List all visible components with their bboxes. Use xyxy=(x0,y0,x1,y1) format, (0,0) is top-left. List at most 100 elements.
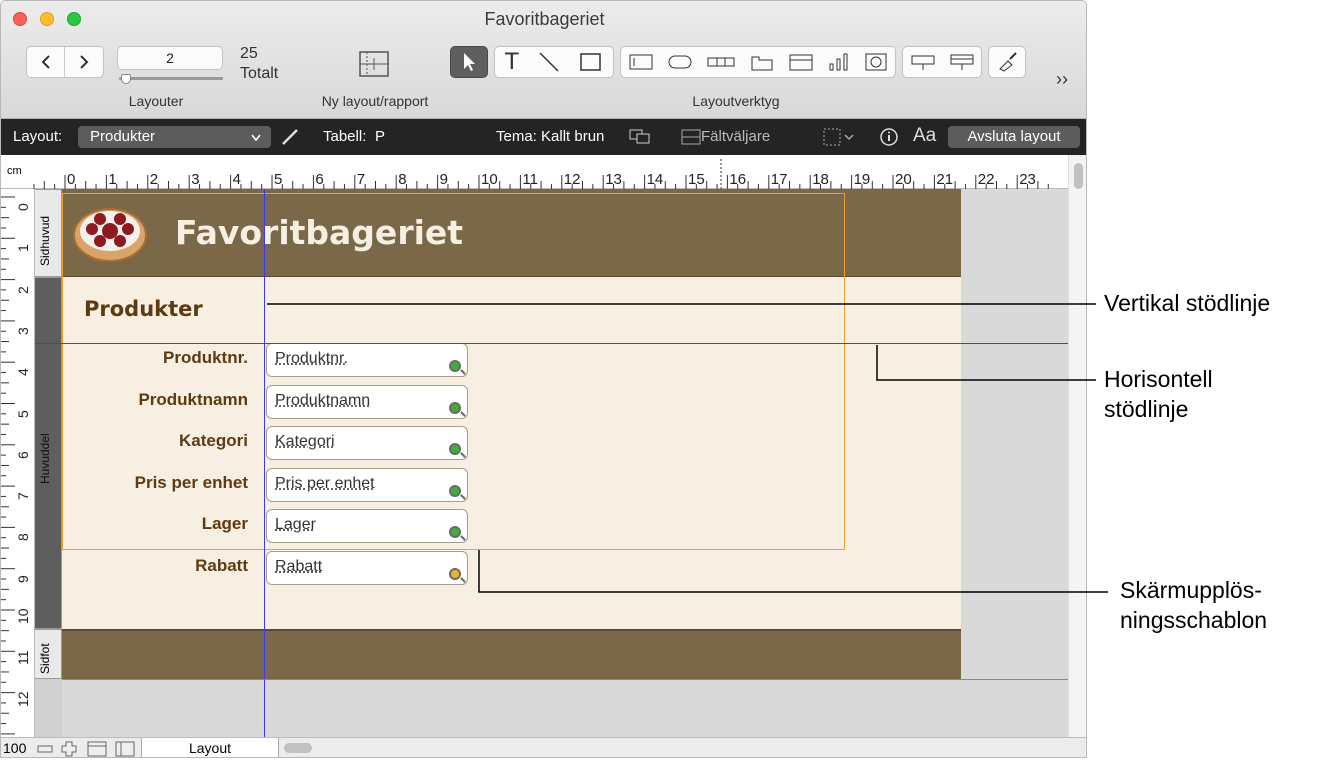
new-layout-button[interactable] xyxy=(358,50,390,78)
button-bar-tool-icon[interactable] xyxy=(706,52,736,72)
layout-label: Layout: xyxy=(13,128,63,145)
part-tab-body[interactable]: Huvuddel xyxy=(35,277,62,629)
ruler-left-number: 6 xyxy=(15,451,31,459)
quick-find-magnifier-icon[interactable] xyxy=(449,567,461,580)
layout-dropdown-value: Produkter xyxy=(90,128,156,145)
more-tools-button[interactable]: ›› xyxy=(1056,69,1068,90)
slider-thumb[interactable] xyxy=(121,74,131,84)
ruler-top-number: 5 xyxy=(274,171,283,188)
window-title: Favoritbageriet xyxy=(484,9,605,29)
total-label: Totalt xyxy=(240,65,279,82)
horizontal-ruler: cm 1012345678910111213141516171819202122… xyxy=(1,155,1086,189)
total-count: 25 xyxy=(240,45,258,62)
part-label-strip: Sidhuvud Huvuddel Sidfot xyxy=(35,189,62,737)
ruler-top-number: 12 xyxy=(563,171,581,188)
ruler-top-number: 21 xyxy=(936,171,954,188)
scrollbar-thumb[interactable] xyxy=(1074,163,1083,189)
popover-tool-icon[interactable] xyxy=(949,52,975,72)
part-label-body: Huvuddel xyxy=(38,433,52,484)
ruler-top-number: 3 xyxy=(191,171,200,188)
ruler-top-number: 2 xyxy=(149,171,159,188)
horizontal-guide-line[interactable] xyxy=(35,343,1068,344)
button-tool-icon[interactable] xyxy=(667,52,693,72)
next-layout-button[interactable] xyxy=(65,47,103,77)
layout-nav-group xyxy=(26,46,104,78)
callout-horizontal-guide-line1: Horisontell xyxy=(1104,366,1213,392)
layout-dropdown[interactable]: Produkter xyxy=(78,126,271,148)
ruler-top-number: 1 xyxy=(108,171,117,188)
ruler-top-number: 22 xyxy=(977,171,995,188)
field-picker-icon[interactable] xyxy=(681,129,701,145)
drawing-tools-group: T xyxy=(494,46,614,78)
chevron-left-icon xyxy=(41,55,50,69)
text-formatting-icon[interactable]: Aa xyxy=(913,125,936,147)
paintbrush-icon xyxy=(999,52,1017,72)
rectangle-tool-icon[interactable] xyxy=(579,51,603,73)
format-painter-button[interactable] xyxy=(988,46,1026,78)
part-tab-footer[interactable]: Sidfot xyxy=(35,629,62,679)
layout-tools-label: Layoutverktyg xyxy=(692,93,780,109)
layout-field[interactable]: Rabatt xyxy=(266,550,468,585)
callout-vertical-guide: Vertikal stödlinje xyxy=(1104,290,1271,316)
canvas-bottom-edge xyxy=(62,679,1068,680)
previous-layout-button[interactable] xyxy=(27,47,66,77)
toggle-toolbar-icon[interactable] xyxy=(87,741,107,757)
tab-control-tool-icon[interactable] xyxy=(749,52,775,72)
ruler-top-number: 20 xyxy=(895,171,912,188)
ruler-left-number: 12 xyxy=(15,691,31,707)
ruler-top-number: 19 xyxy=(853,171,871,188)
part-label-footer: Sidfot xyxy=(38,643,52,674)
text-tool-icon[interactable]: T xyxy=(505,48,520,76)
callout-screen-template-line1: Skärmupplös- xyxy=(1120,577,1262,603)
info-icon[interactable] xyxy=(879,127,899,147)
ruler-top-number: 0 xyxy=(67,171,76,188)
ruler-top-number: 23 xyxy=(1019,171,1036,188)
ruler-left-number: 10 xyxy=(15,608,31,624)
ruler-top-number: 14 xyxy=(646,171,664,188)
ruler-left-number: 11 xyxy=(15,650,31,666)
ruler-top-number: 17 xyxy=(770,171,788,188)
field-picker-label[interactable]: Fältväljare xyxy=(701,128,770,145)
ruler-top-number: 13 xyxy=(605,171,622,188)
new-layout-label: Ny layout/rapport xyxy=(321,93,429,109)
ruler-top-number: 15 xyxy=(688,171,705,188)
part-tab-header[interactable]: Sidhuvud xyxy=(35,189,62,277)
layout-canvas[interactable]: Sidhuvud Huvuddel Sidfot Favoritbageriet… xyxy=(35,189,1068,737)
layout-number-field[interactable]: 2 xyxy=(117,46,223,70)
field-tool-icon[interactable] xyxy=(628,52,654,72)
ruler-top-number: 10 xyxy=(481,171,498,188)
mode-label: Layout xyxy=(188,740,232,756)
chevron-down-icon xyxy=(251,134,261,142)
app-window: Favoritbageriet 2 25 Totalt Layouter Ny … xyxy=(0,0,1087,758)
line-tool-icon[interactable] xyxy=(538,51,560,73)
toggle-status-area-icon[interactable] xyxy=(115,741,135,757)
zoom-level[interactable]: 100 xyxy=(3,740,26,756)
edit-layout-name-pencil-icon[interactable] xyxy=(281,128,299,146)
change-theme-icon[interactable] xyxy=(629,129,651,145)
portal-tool-icon[interactable] xyxy=(910,52,936,72)
mode-popup[interactable]: Layout xyxy=(141,738,279,757)
slide-control-tool-icon[interactable] xyxy=(788,52,814,72)
zoom-in-icon[interactable] xyxy=(61,741,77,757)
table-value: P xyxy=(375,128,386,145)
ruler-left-number: 7 xyxy=(15,492,31,501)
chart-tool-icon[interactable] xyxy=(827,52,851,72)
vertical-guide-line[interactable] xyxy=(264,189,265,737)
zoom-out-icon[interactable] xyxy=(37,741,53,757)
ruler-left-number: 3 xyxy=(15,327,31,335)
pointer-tool-button[interactable] xyxy=(450,46,488,78)
exit-layout-button[interactable]: Avsluta layout xyxy=(948,126,1080,148)
layout-slider[interactable] xyxy=(119,74,223,84)
vertical-scrollbar[interactable] xyxy=(1068,155,1086,737)
horizontal-scrollbar-thumb[interactable] xyxy=(284,743,312,753)
part-label-header: Sidhuvud xyxy=(38,215,52,266)
selection-mode-icon[interactable] xyxy=(823,128,857,146)
chevron-right-icon xyxy=(80,55,89,69)
callout-screen-template-line2: ningsschablon xyxy=(1120,607,1268,633)
ruler-top-number: 16 xyxy=(729,171,747,188)
ruler-left-number: 8 xyxy=(15,533,31,542)
web-viewer-tool-icon[interactable] xyxy=(864,52,888,72)
ruler-top-number: 4 xyxy=(232,171,241,188)
ruler-left-number: 9 xyxy=(15,574,31,583)
theme-label: Tema: Kallt brun xyxy=(496,128,605,145)
